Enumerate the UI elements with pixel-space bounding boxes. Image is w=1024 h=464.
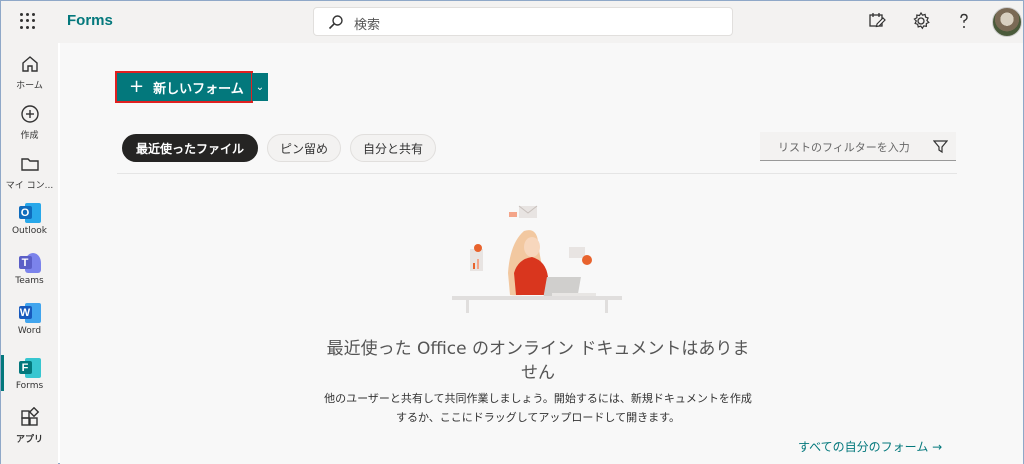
rail-item-my-content[interactable]: マイ コン... — [1, 147, 58, 195]
rail-item-create[interactable]: 作成 — [1, 97, 58, 145]
rail-label-forms: Forms — [15, 381, 44, 391]
empty-state-illustration — [452, 205, 622, 313]
filter-input[interactable]: リストのフィルターを入力 — [760, 132, 956, 161]
new-form-button[interactable]: + 新しいフォーム — [115, 71, 253, 103]
create-icon — [20, 105, 39, 123]
plus-icon: + — [129, 76, 145, 97]
tab-recent-label: 最近使ったファイル — [135, 141, 244, 156]
tab-pinned-label: ピン留め — [279, 141, 328, 156]
gear-icon[interactable] — [911, 11, 931, 31]
avatar[interactable] — [992, 7, 1022, 37]
rail-item-outlook[interactable]: O Outlook — [1, 196, 58, 244]
tab-recent[interactable]: 最近使ったファイル — [122, 134, 258, 162]
app-launcher-icon[interactable] — [20, 13, 36, 29]
rail-item-forms[interactable]: F Forms — [1, 351, 58, 399]
search-icon — [328, 15, 343, 30]
filter-placeholder: リストのフィルターを入力 — [778, 141, 910, 154]
left-rail: ホーム 作成 マイ コン... O Outlook T Teams W Word… — [1, 43, 58, 464]
new-form-label: 新しいフォーム — [153, 81, 244, 97]
new-form-dropdown-button[interactable]: ⌄ — [252, 73, 268, 101]
rail-label-create: 作成 — [20, 131, 39, 141]
rail-label-teams: Teams — [15, 276, 44, 286]
all-forms-link[interactable]: すべての自分のフォーム → — [798, 438, 942, 455]
word-icon: W — [18, 303, 41, 323]
top-bar: Forms 検索 — [1, 1, 1023, 43]
folder-icon — [20, 158, 39, 171]
help-icon[interactable] — [954, 11, 974, 31]
rail-item-teams[interactable]: T Teams — [1, 246, 58, 294]
apps-icon — [20, 407, 39, 426]
main-content: + 新しいフォーム ⌄ 最近使ったファイル ピン留め 自分と共有 リストのフィル… — [60, 43, 1023, 464]
search-box[interactable]: 検索 — [313, 7, 733, 36]
divider — [117, 173, 957, 174]
tab-shared[interactable]: 自分と共有 — [350, 134, 436, 162]
home-icon — [21, 56, 38, 72]
app-name[interactable]: Forms — [67, 12, 113, 29]
rail-label-outlook: Outlook — [11, 226, 48, 236]
tab-shared-label: 自分と共有 — [362, 141, 423, 156]
rail-label-home: ホーム — [16, 81, 43, 91]
feedback-icon[interactable] — [867, 11, 887, 31]
search-input[interactable]: 検索 — [354, 14, 380, 33]
teams-icon: T — [18, 253, 41, 273]
rail-label-apps: アプリ — [15, 435, 43, 445]
filter-icon[interactable] — [933, 139, 948, 154]
rail-item-word[interactable]: W Word — [1, 296, 58, 344]
rail-item-home[interactable]: ホーム — [1, 47, 58, 95]
chevron-down-icon: ⌄ — [255, 81, 265, 93]
outlook-icon: O — [18, 203, 41, 223]
empty-state-subtitle: 他のユーザーと共有して共同作業しましょう。開始するには、新規ドキュメントを作成す… — [324, 392, 752, 424]
tab-pinned[interactable]: ピン留め — [267, 134, 341, 162]
empty-state-title: 最近使った Office のオンライン ドキュメントはありません — [326, 339, 750, 383]
rail-label-my-content: マイ コン... — [5, 181, 54, 191]
rail-label-word: Word — [17, 326, 42, 336]
forms-icon: F — [18, 358, 41, 378]
rail-item-apps[interactable]: アプリ — [1, 401, 58, 449]
